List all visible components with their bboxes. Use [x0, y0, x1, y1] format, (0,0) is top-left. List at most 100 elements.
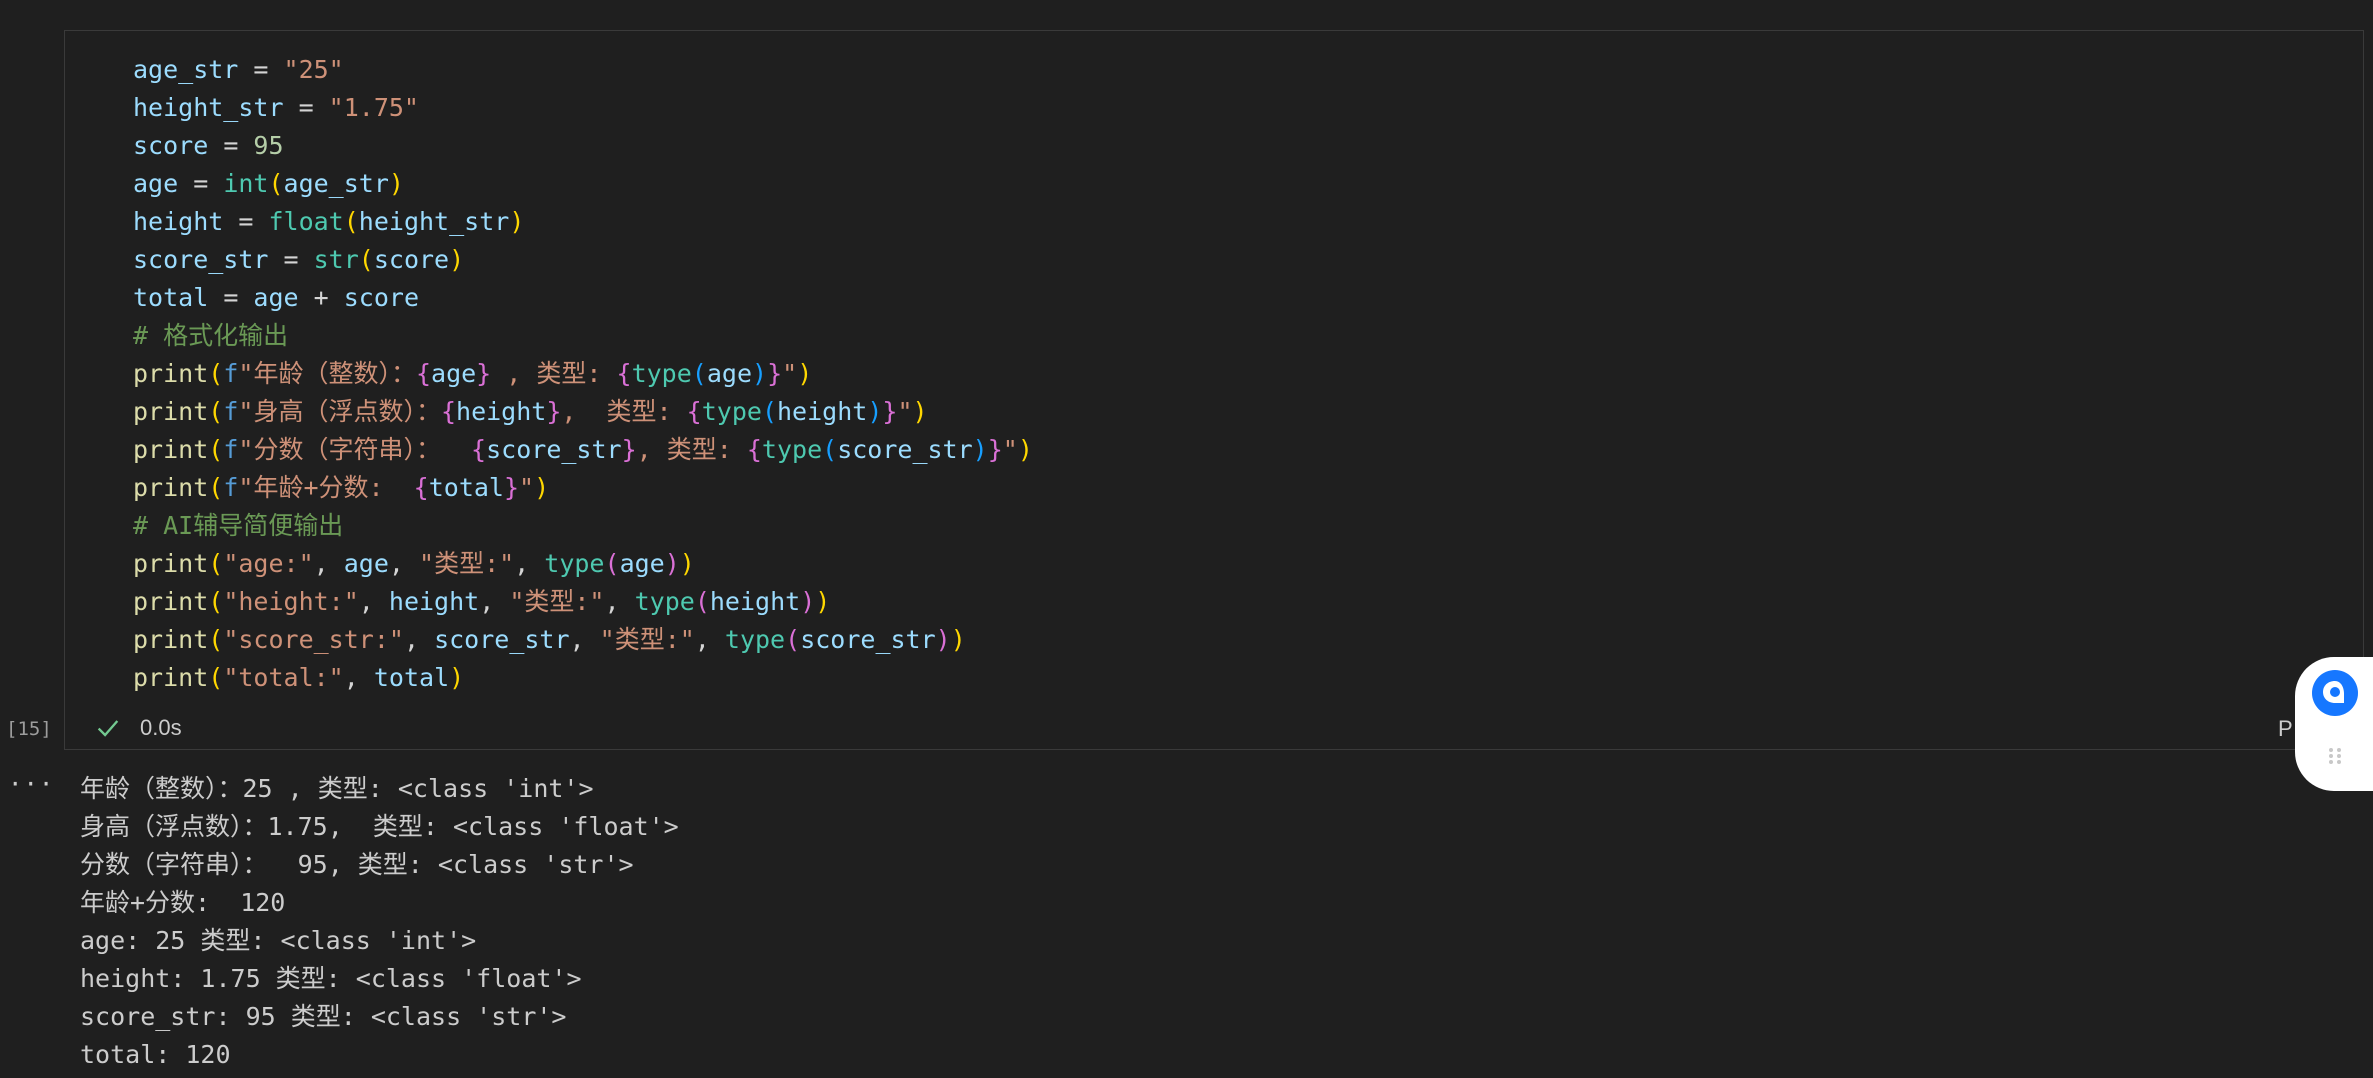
- code-line[interactable]: # AI辅导简便输出: [133, 507, 1033, 545]
- code-line[interactable]: print("total:", total): [133, 659, 1033, 697]
- execution-duration: 0.0s: [140, 715, 182, 740]
- code-token: f: [223, 359, 239, 388]
- code-token: height: [709, 587, 801, 616]
- code-token: {: [471, 435, 487, 464]
- code-token: ): [800, 587, 816, 616]
- code-line[interactable]: print(f"身高（浮点数）：{height}, 类型: {type(heig…: [133, 393, 1033, 431]
- code-token: ): [912, 397, 928, 426]
- code-token: age_str: [133, 55, 239, 84]
- code-token: ,: [569, 625, 600, 654]
- code-token: score: [133, 131, 209, 160]
- code-token: ,: [403, 625, 435, 654]
- code-token: {: [746, 435, 762, 464]
- code-line[interactable]: height_str = "1.75": [133, 89, 1033, 127]
- code-token: }: [503, 473, 520, 502]
- code-token: =: [268, 245, 314, 274]
- code-line[interactable]: print(f"年龄（整数）：{age} , 类型: {type(age)}"): [133, 355, 1033, 393]
- code-editor[interactable]: age_str = "25" height_str = "1.75" score =…: [133, 51, 1033, 697]
- code-token: +: [298, 283, 344, 312]
- code-token: ): [664, 549, 680, 578]
- code-line[interactable]: age = int(age_str): [133, 165, 1033, 203]
- code-token: ): [972, 435, 988, 464]
- code-token: ": [1002, 435, 1018, 464]
- code-line[interactable]: score = 95: [133, 127, 1033, 165]
- code-token: ": [519, 473, 535, 502]
- code-token: , 类型:: [491, 359, 617, 388]
- cell-language-label[interactable]: P: [2278, 716, 2293, 742]
- code-token: ): [797, 359, 813, 388]
- code-token: print: [133, 397, 209, 426]
- code-token: (: [208, 435, 224, 464]
- output-line: score_str: 95 类型: <class 'str'>: [80, 1002, 567, 1031]
- code-token: type: [634, 587, 695, 616]
- code-token: }: [882, 397, 898, 426]
- code-token: (: [761, 397, 777, 426]
- code-token: f: [223, 397, 239, 426]
- code-token: print: [133, 587, 209, 616]
- code-line[interactable]: score_str = str(score): [133, 241, 1033, 279]
- code-token: str: [313, 245, 359, 274]
- code-token: {: [413, 473, 429, 502]
- code-token: ): [1017, 435, 1033, 464]
- code-token: print: [133, 625, 209, 654]
- code-token: age: [431, 359, 477, 388]
- code-token: (: [208, 587, 224, 616]
- code-token: ): [449, 245, 465, 274]
- code-line[interactable]: print(f"分数（字符串）： {score_str}, 类型: {type(…: [133, 431, 1033, 469]
- code-token: ,: [388, 549, 420, 578]
- code-token: "类型:": [419, 549, 515, 578]
- assistant-bubble-icon[interactable]: [2311, 669, 2359, 717]
- code-line[interactable]: print("age:", age, "类型:", type(age)): [133, 545, 1033, 583]
- code-line[interactable]: print("height:", height, "类型:", type(hei…: [133, 583, 1033, 621]
- code-token: type: [544, 549, 605, 578]
- code-token: height: [456, 397, 547, 426]
- code-token: ): [752, 359, 768, 388]
- code-token: ): [449, 663, 465, 692]
- code-token: {: [415, 359, 432, 388]
- code-line[interactable]: print("score_str:", score_str, "类型:", ty…: [133, 621, 1033, 659]
- output-line: 年龄（整数）：25 , 类型: <class 'int'>: [80, 774, 594, 803]
- code-token: age: [343, 549, 389, 578]
- check-icon: [97, 720, 119, 737]
- code-token: (: [343, 207, 359, 236]
- code-line[interactable]: height = float(height_str): [133, 203, 1033, 241]
- code-token: , 类型:: [636, 435, 747, 464]
- assistant-float-widget[interactable]: [2295, 657, 2373, 791]
- code-token: {: [686, 397, 702, 426]
- code-line[interactable]: total = age + score: [133, 279, 1033, 317]
- code-token: ,: [479, 587, 510, 616]
- code-token: "total:": [223, 663, 344, 692]
- code-token: score_str: [800, 625, 936, 654]
- code-token: =: [178, 169, 224, 198]
- code-token: (: [785, 625, 801, 654]
- code-token: =: [208, 283, 254, 312]
- code-token: "25": [283, 55, 344, 84]
- code-token: ,: [694, 625, 725, 654]
- code-line[interactable]: print(f"年龄+分数: {total}"): [133, 469, 1033, 507]
- code-token: # 格式化输出: [133, 321, 289, 350]
- code-line[interactable]: # 格式化输出: [133, 317, 1033, 355]
- code-token: age: [619, 549, 665, 578]
- code-token: print: [133, 359, 209, 388]
- code-token: total: [428, 473, 504, 502]
- code-token: "年龄（整数）：: [238, 359, 416, 388]
- output-line: age: 25 类型: <class 'int'>: [80, 926, 477, 955]
- code-token: height: [777, 397, 868, 426]
- code-cell[interactable]: age_str = "25" height_str = "1.75" score =…: [64, 30, 2364, 750]
- code-token: "score_str:": [223, 625, 404, 654]
- code-token: height: [133, 207, 224, 236]
- code-token: ): [935, 625, 951, 654]
- more-icon[interactable]: ···: [8, 770, 54, 798]
- code-token: ): [950, 625, 966, 654]
- code-token: }: [546, 397, 562, 426]
- output-line: 年龄+分数: 120: [80, 888, 286, 917]
- code-token: ,: [604, 587, 635, 616]
- drag-handle-icon[interactable]: [2327, 745, 2343, 767]
- code-token: (: [694, 587, 710, 616]
- code-line[interactable]: age_str = "25": [133, 51, 1033, 89]
- code-token: total: [373, 663, 450, 692]
- code-token: type: [761, 435, 823, 464]
- code-token: }: [476, 359, 492, 388]
- code-token: "age:": [223, 549, 314, 578]
- code-token: score_str: [434, 625, 570, 654]
